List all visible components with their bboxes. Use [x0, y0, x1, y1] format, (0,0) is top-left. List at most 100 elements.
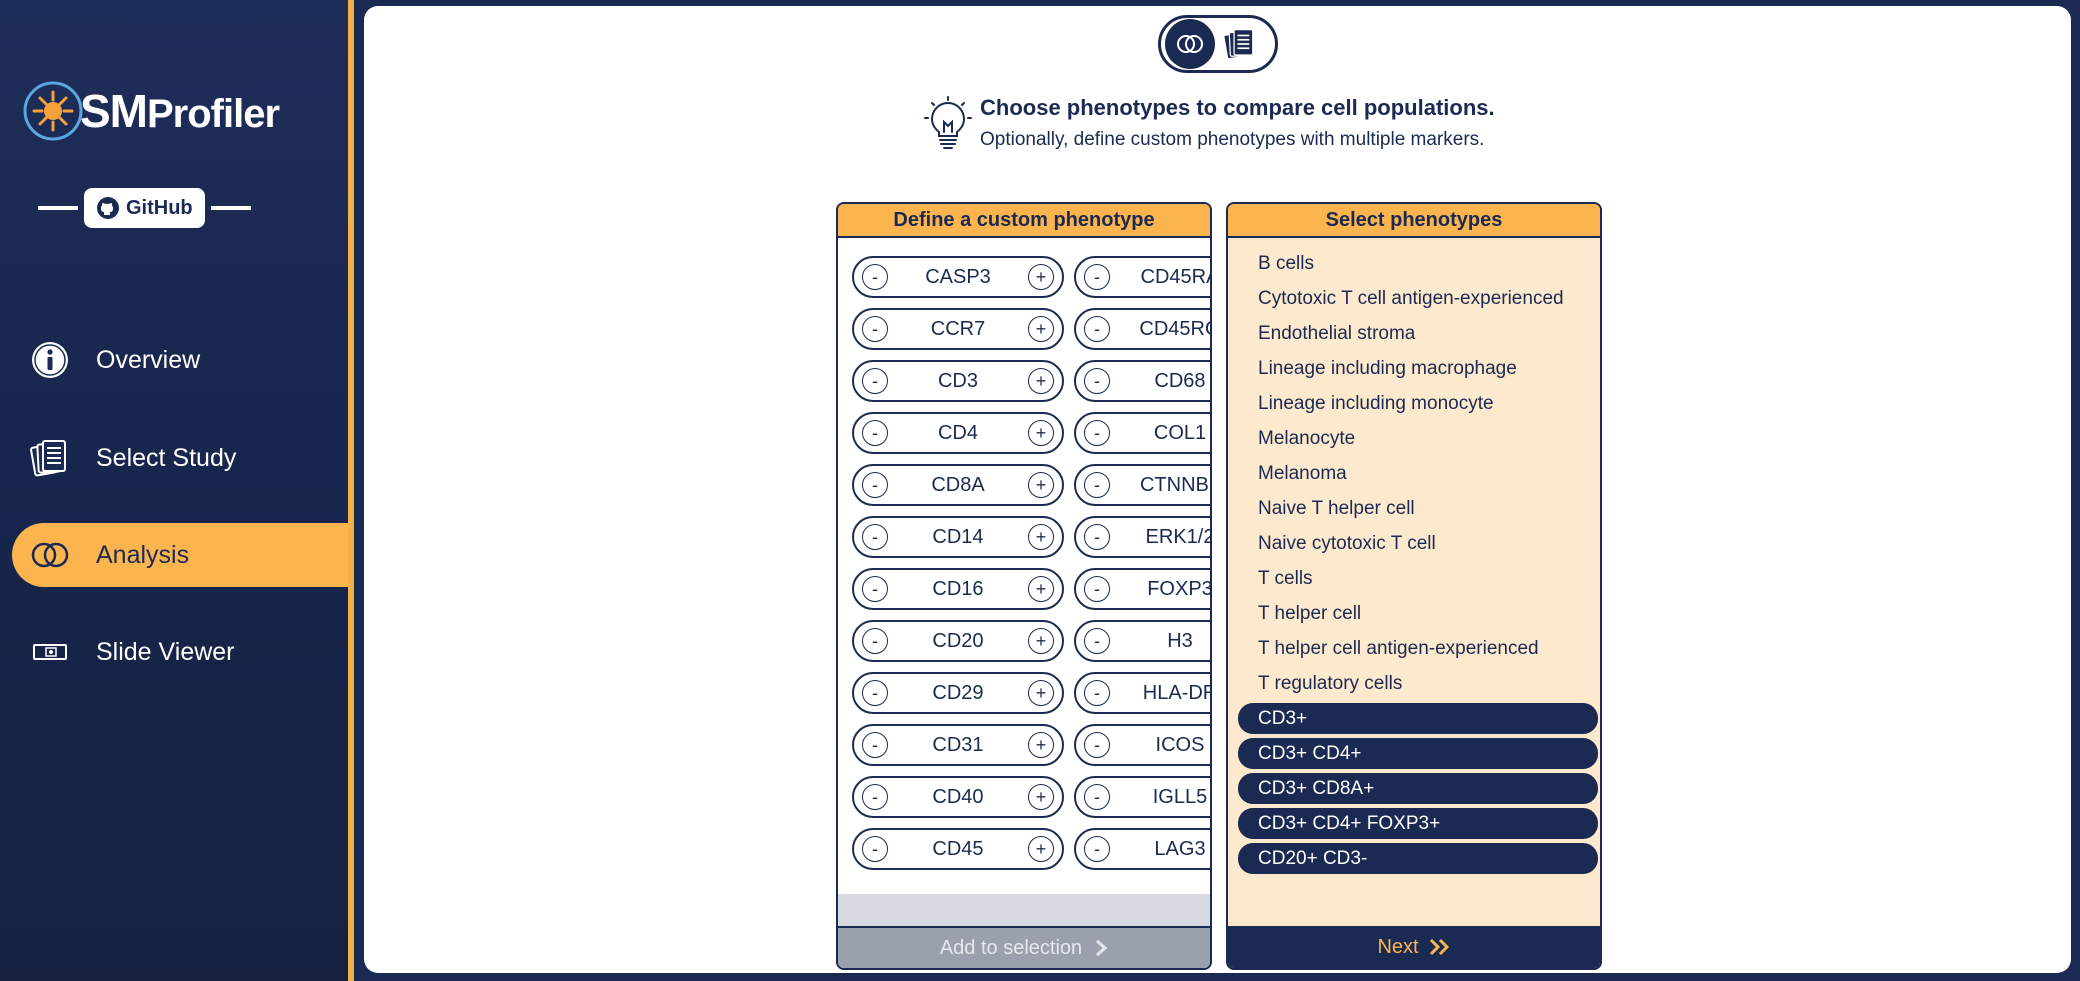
horizontal-scrollbar[interactable]: [838, 894, 1210, 926]
app-logo[interactable]: SMProfiler: [22, 76, 280, 146]
marker-name: CD8A: [931, 473, 985, 496]
minus-button[interactable]: -: [1084, 576, 1110, 602]
minus-button[interactable]: -: [1084, 472, 1110, 498]
plus-button[interactable]: +: [1028, 420, 1054, 446]
plus-button[interactable]: +: [1028, 316, 1054, 342]
marker-name: CD20: [932, 629, 984, 652]
phenotype-item[interactable]: Naive cytotoxic T cell: [1228, 528, 1600, 559]
toggle-venn-option[interactable]: [1165, 19, 1215, 69]
documents-icon: [1223, 28, 1254, 60]
marker-name: CD14: [932, 525, 984, 548]
phenotype-item[interactable]: T helper cell antigen-experienced: [1228, 633, 1600, 664]
phenotype-item-selected[interactable]: CD20+ CD3-: [1238, 843, 1598, 874]
venn-icon: [30, 535, 70, 575]
minus-button[interactable]: -: [862, 472, 888, 498]
marker-name: CD3: [937, 369, 978, 392]
select-phenotypes-panel: Select phenotypes B cells Cytotoxic T cel…: [1226, 202, 1602, 970]
minus-button[interactable]: -: [1084, 628, 1110, 654]
minus-button[interactable]: -: [1084, 680, 1110, 706]
minus-button[interactable]: -: [1084, 420, 1110, 446]
toggle-documents-option[interactable]: [1215, 19, 1265, 69]
plus-button[interactable]: +: [1028, 368, 1054, 394]
marker-name: CASP3: [925, 265, 991, 288]
phenotype-item[interactable]: Cytotoxic T cell antigen-experienced: [1228, 283, 1600, 314]
minus-button[interactable]: -: [1084, 316, 1110, 342]
marker-pill: - CD31 +: [852, 724, 1064, 766]
phenotype-item-selected[interactable]: CD3+ CD4+ FOXP3+: [1238, 808, 1598, 839]
minus-button[interactable]: -: [862, 680, 888, 706]
phenotype-item[interactable]: Lineage including macrophage: [1228, 353, 1600, 384]
phenotype-item[interactable]: Lineage including monocyte: [1228, 388, 1600, 419]
minus-button[interactable]: -: [862, 784, 888, 810]
plus-button[interactable]: +: [1028, 784, 1054, 810]
minus-button[interactable]: -: [862, 420, 888, 446]
plus-button[interactable]: +: [1028, 680, 1054, 706]
marker-name: CD31: [932, 733, 984, 756]
plus-button[interactable]: +: [1028, 472, 1054, 498]
marker-name: ERK1/2: [1145, 525, 1210, 548]
plus-button[interactable]: +: [1028, 576, 1054, 602]
next-button[interactable]: Next: [1228, 926, 1600, 968]
marker-name: CTNNB1: [1139, 473, 1210, 496]
github-button[interactable]: GitHub: [84, 188, 205, 228]
mode-toggle[interactable]: [1158, 15, 1278, 73]
minus-button[interactable]: -: [1084, 264, 1110, 290]
marker-name: CD45RA: [1140, 265, 1210, 288]
marker-pill: - CD20 +: [852, 620, 1064, 662]
minus-button[interactable]: -: [862, 264, 888, 290]
phenotype-item-selected[interactable]: CD3+ CD4+: [1238, 738, 1598, 769]
minus-button[interactable]: -: [862, 732, 888, 758]
minus-button[interactable]: -: [1084, 368, 1110, 394]
nav-select-study[interactable]: Select Study: [12, 426, 348, 490]
marker-grid[interactable]: - CASP3 + - CCR7 + - CD3 + - CD4 + - CD8A + - CD14 + - CD16…: [838, 240, 1210, 894]
plus-button[interactable]: +: [1028, 264, 1054, 290]
marker-name: CD29: [932, 681, 984, 704]
marker-name: ICOS: [1155, 733, 1205, 756]
nav-label: Select Study: [96, 443, 237, 472]
marker-pill: -LAG3+: [1074, 828, 1210, 870]
marker-name: CD4: [937, 421, 978, 444]
minus-button[interactable]: -: [1084, 784, 1110, 810]
phenotype-item[interactable]: Naive T helper cell: [1228, 493, 1600, 524]
nav-slide-viewer[interactable]: Slide Viewer: [12, 620, 348, 684]
add-to-selection-button[interactable]: Add to selection: [838, 926, 1210, 968]
minus-button[interactable]: -: [1084, 732, 1110, 758]
add-to-selection-label: Add to selection: [939, 936, 1083, 959]
minus-button[interactable]: -: [1084, 524, 1110, 550]
phenotype-item-selected[interactable]: CD3+ CD8A+: [1238, 773, 1598, 804]
marker-name: LAG3: [1154, 837, 1206, 860]
double-chevron-right-icon: [1429, 938, 1449, 956]
minus-button[interactable]: -: [862, 316, 888, 342]
phenotype-item-selected[interactable]: CD3+: [1238, 703, 1598, 734]
instructions: Choose phenotypes to compare cell popula…: [924, 90, 1495, 154]
minus-button[interactable]: -: [862, 576, 888, 602]
phenotype-item[interactable]: Melanocyte: [1228, 423, 1600, 454]
documents-icon: [30, 438, 70, 478]
marker-name: CD45: [932, 837, 984, 860]
chevron-right-icon: [1096, 939, 1108, 957]
instructions-text: Choose phenotypes to compare cell popula…: [980, 90, 1495, 154]
phenotype-item[interactable]: T regulatory cells: [1228, 668, 1600, 699]
marker-pill: -IGLL5+: [1074, 776, 1210, 818]
minus-button[interactable]: -: [862, 628, 888, 654]
instructions-title: Choose phenotypes to compare cell popula…: [980, 95, 1495, 120]
nav-analysis[interactable]: Analysis: [12, 523, 348, 587]
plus-button[interactable]: +: [1028, 836, 1054, 862]
plus-button[interactable]: +: [1028, 628, 1054, 654]
phenotype-item[interactable]: Endothelial stroma: [1228, 318, 1600, 349]
phenotype-item[interactable]: T cells: [1228, 563, 1600, 594]
minus-button[interactable]: -: [862, 368, 888, 394]
nav-overview[interactable]: Overview: [12, 328, 348, 392]
marker-pill: -CD45RO+: [1074, 308, 1210, 350]
minus-button[interactable]: -: [862, 836, 888, 862]
marker-name: CD45RO: [1139, 317, 1210, 340]
phenotype-item[interactable]: B cells: [1228, 248, 1600, 279]
custom-phenotype-header: Define a custom phenotype: [838, 204, 1210, 238]
marker-pill: - CCR7 +: [852, 308, 1064, 350]
plus-button[interactable]: +: [1028, 732, 1054, 758]
minus-button[interactable]: -: [862, 524, 888, 550]
phenotype-item[interactable]: Melanoma: [1228, 458, 1600, 489]
phenotype-item[interactable]: T helper cell: [1228, 598, 1600, 629]
minus-button[interactable]: -: [1084, 836, 1110, 862]
plus-button[interactable]: +: [1028, 524, 1054, 550]
